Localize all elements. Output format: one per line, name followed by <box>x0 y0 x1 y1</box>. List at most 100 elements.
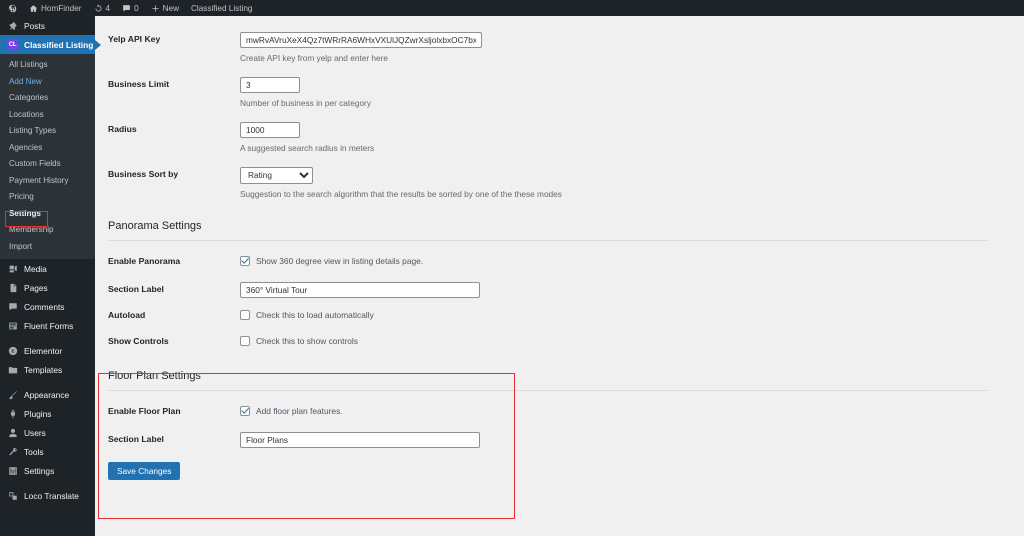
sidebar-item-plugins[interactable]: Plugins <box>0 404 95 423</box>
yelp-api-key-label: Yelp API Key <box>108 34 161 44</box>
sidebar-item-users[interactable]: Users <box>0 423 95 442</box>
submenu-item-categories[interactable]: Categories <box>0 90 95 107</box>
submenu-item-import[interactable]: Import <box>0 239 95 256</box>
sidebar-item-label: Posts <box>24 20 45 31</box>
sidebar-item-posts[interactable]: Posts <box>0 16 95 35</box>
plus-icon <box>151 4 160 13</box>
submenu-item-locations[interactable]: Locations <box>0 107 95 124</box>
site-name-label: HomFinder <box>41 3 82 13</box>
classified-listing-submenu: All Listings Add New Categories Location… <box>0 54 95 259</box>
section-divider <box>108 389 988 391</box>
comments-count: 0 <box>134 3 139 13</box>
elementor-icon <box>7 345 18 356</box>
floor-plan-section-label-input[interactable] <box>240 431 480 448</box>
submenu-item-all-listings[interactable]: All Listings <box>0 57 95 74</box>
submenu-item-listing-types[interactable]: Listing Types <box>0 123 95 140</box>
sidebar-item-templates[interactable]: Templates <box>0 360 95 379</box>
business-limit-input[interactable] <box>240 77 300 93</box>
forms-icon <box>7 320 18 331</box>
panorama-section-label-input[interactable] <box>240 281 480 298</box>
enable-floor-plan-label: Enable Floor Plan <box>108 405 181 416</box>
panorama-settings-title: Panorama Settings <box>108 219 202 232</box>
submenu-item-settings[interactable]: Settings <box>0 206 95 223</box>
business-limit-label: Business Limit <box>108 79 170 89</box>
autoload-label: Autoload <box>108 309 146 320</box>
floor-plan-section-label-label: Section Label <box>108 433 164 444</box>
field-row-yelp-api-key: Yelp API Key Create API key from yelp an… <box>95 30 1024 63</box>
wordpress-admin-screen: HomFinder 4 0 New Classified Listing Pos… <box>0 0 1024 536</box>
settings-form: Yelp API Key Create API key from yelp an… <box>95 16 1024 536</box>
updates-count: 4 <box>105 3 111 13</box>
submenu-item-agencies[interactable]: Agencies <box>0 140 95 157</box>
enable-panorama-label: Enable Panorama <box>108 255 181 266</box>
wordpress-logo-icon <box>8 4 17 13</box>
sidebar-item-label: Comments <box>24 301 65 312</box>
field-row-business-sort-by: Business Sort by Rating Suggestion to th… <box>95 165 1024 199</box>
field-row-enable-floor-plan: Enable Floor Plan Add floor plan feature… <box>95 405 1024 416</box>
home-icon <box>29 4 38 13</box>
field-row-panorama-section-label: Section Label <box>95 280 1024 298</box>
field-row-autoload: Autoload Check this to load automaticall… <box>95 309 1024 320</box>
sidebar-item-media[interactable]: Media <box>0 259 95 278</box>
field-row-enable-panorama: Enable Panorama Show 360 degree view in … <box>95 255 1024 266</box>
enable-floor-plan-checkbox[interactable] <box>240 405 250 416</box>
wordpress-logo-button[interactable] <box>0 0 23 16</box>
updates-icon <box>94 3 103 13</box>
sidebar-item-label: Templates <box>24 364 63 375</box>
sidebar-item-label: Settings <box>24 465 55 476</box>
sidebar-item-tools[interactable]: Tools <box>0 442 95 461</box>
sidebar-item-label: Plugins <box>24 408 52 419</box>
translate-icon <box>7 490 18 501</box>
submenu-item-add-new[interactable]: Add New <box>0 74 95 91</box>
field-row-business-limit: Business Limit Number of business in per… <box>95 75 1024 108</box>
sidebar-item-label: Users <box>24 427 46 438</box>
sidebar-item-fluent-forms[interactable]: Fluent Forms <box>0 316 95 335</box>
autoload-checkbox[interactable] <box>240 309 250 320</box>
classified-listing-adminbar-label: Classified Listing <box>191 3 253 13</box>
field-row-show-controls: Show Controls Check this to show control… <box>95 335 1024 346</box>
panorama-settings-section: Panorama Settings Enable Panorama Show 3… <box>95 220 1024 346</box>
enable-panorama-checkbox[interactable] <box>240 255 250 266</box>
radius-label: Radius <box>108 124 137 134</box>
site-name-button[interactable]: HomFinder <box>23 0 88 16</box>
sidebar-item-loco-translate[interactable]: Loco Translate <box>0 486 95 505</box>
comments-button[interactable]: 0 <box>116 0 145 16</box>
sidebar-item-label: Pages <box>24 282 48 293</box>
floor-plan-settings-section: Floor Plan Settings Enable Floor Plan Ad… <box>95 370 1024 480</box>
sidebar-item-appearance[interactable]: Appearance <box>0 385 95 404</box>
floor-plan-settings-title: Floor Plan Settings <box>108 369 201 382</box>
sidebar-item-classified-listing[interactable]: CL Classified Listing <box>0 35 101 54</box>
pages-icon <box>7 282 18 293</box>
sidebar-item-settings[interactable]: Settings <box>0 461 95 480</box>
plug-icon <box>7 408 18 419</box>
submenu-item-membership[interactable]: Membership <box>0 222 95 239</box>
media-icon <box>7 263 18 274</box>
sidebar-item-label: Elementor <box>24 345 63 356</box>
yelp-api-key-input[interactable] <box>240 32 482 48</box>
new-content-button[interactable]: New <box>145 0 185 16</box>
folder-icon <box>7 364 18 375</box>
map-settings-fields: Yelp API Key Create API key from yelp an… <box>95 30 1024 199</box>
sidebar-item-label: Loco Translate <box>24 490 79 501</box>
users-icon <box>7 427 18 438</box>
admin-sidebar-menu: Posts CL Classified Listing All Listings… <box>0 16 101 536</box>
enable-floor-plan-checkbox-text: Add floor plan features. <box>256 405 343 416</box>
sidebar-item-label: Media <box>24 263 47 274</box>
sidebar-item-pages[interactable]: Pages <box>0 278 95 297</box>
business-sort-by-select[interactable]: Rating <box>240 166 313 184</box>
submenu-item-payment-history[interactable]: Payment History <box>0 173 95 190</box>
classified-listing-adminbar-button[interactable]: Classified Listing <box>185 0 258 16</box>
radius-description: A suggested search radius in meters <box>240 143 375 153</box>
submenu-item-pricing[interactable]: Pricing <box>0 189 95 206</box>
brush-icon <box>7 389 18 400</box>
submenu-item-custom-fields[interactable]: Custom Fields <box>0 156 95 173</box>
radius-input[interactable] <box>240 122 300 138</box>
show-controls-label: Show Controls <box>108 335 169 346</box>
sidebar-item-elementor[interactable]: Elementor <box>0 341 95 360</box>
pin-icon <box>7 20 18 31</box>
save-changes-button[interactable]: Save Changes <box>108 461 181 480</box>
show-controls-checkbox[interactable] <box>240 335 250 346</box>
sidebar-item-comments[interactable]: Comments <box>0 297 95 316</box>
updates-button[interactable]: 4 <box>88 0 117 16</box>
section-divider <box>108 239 988 241</box>
